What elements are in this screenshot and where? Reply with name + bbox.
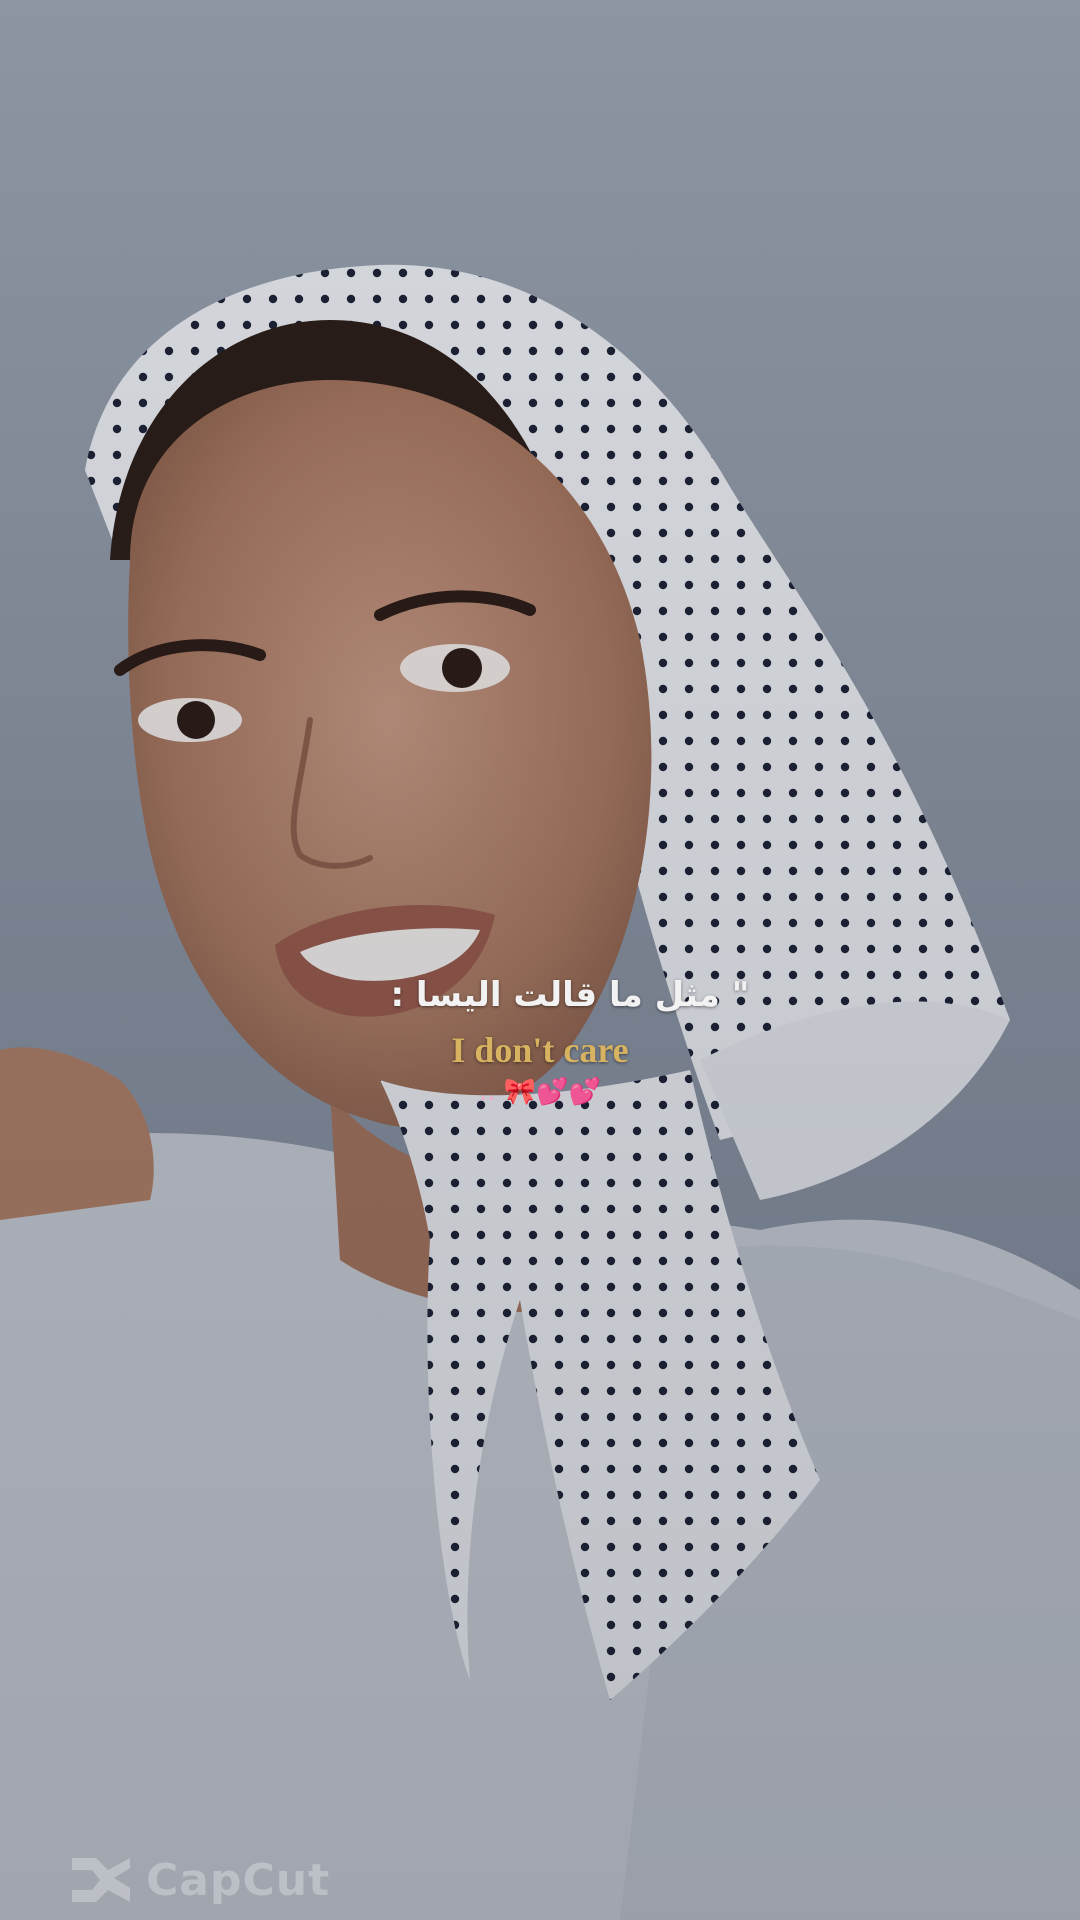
- video-frame: " مثل ما قالت اليسا : I don't care .. 🎀💕…: [0, 0, 1080, 1920]
- watermark-text: CapCut: [146, 1854, 331, 1906]
- caption-emoji: .. 🎀💕💕: [479, 1077, 601, 1107]
- capcut-logo-icon: [72, 1858, 130, 1902]
- capcut-watermark: CapCut: [66, 1852, 330, 1908]
- caption-arabic: " مثل ما قالت اليسا :: [390, 975, 750, 1015]
- portrait-photo: [0, 264, 1080, 1920]
- caption-english: I don't care: [451, 1030, 629, 1070]
- caption-block: " مثل ما قالت اليسا : I don't care .. 🎀💕…: [0, 975, 1080, 1107]
